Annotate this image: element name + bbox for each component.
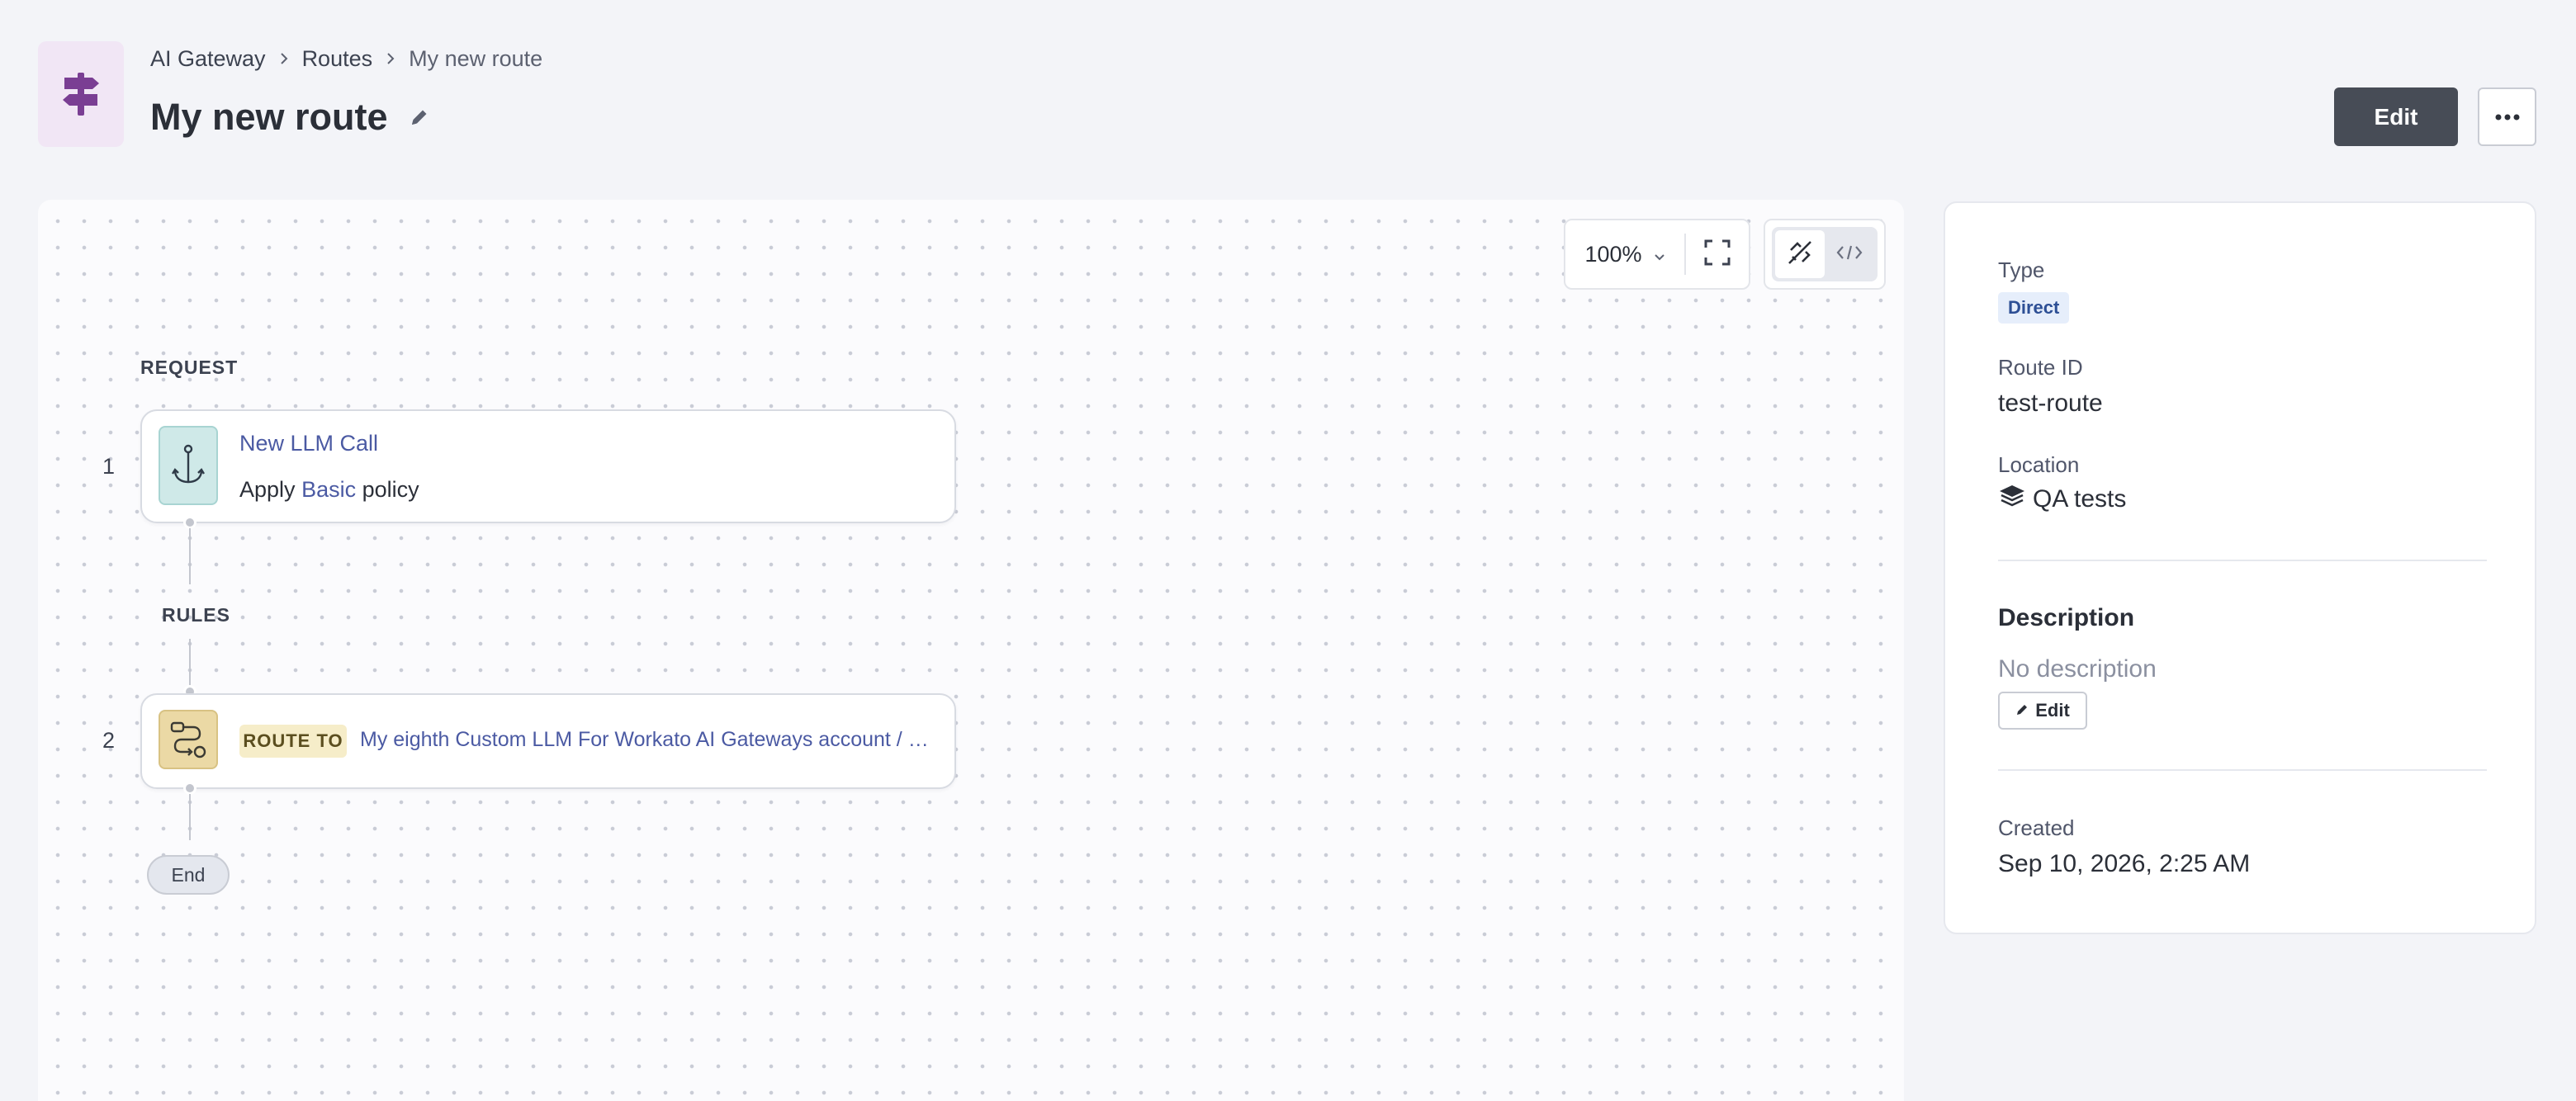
pencil-icon bbox=[2015, 700, 2029, 721]
description-edit-button[interactable]: Edit bbox=[1998, 692, 2087, 730]
page-title: My new route bbox=[150, 96, 388, 138]
more-horizontal-icon bbox=[2495, 110, 2520, 125]
policy-link[interactable]: Basic bbox=[301, 477, 356, 502]
description-heading: Description bbox=[1998, 604, 2135, 631]
breadcrumb-ai-gateway[interactable]: AI Gateway bbox=[150, 46, 266, 72]
route-to-badge: ROUTE TO bbox=[239, 725, 347, 758]
code-icon bbox=[1836, 243, 1863, 266]
anchor-icon bbox=[159, 426, 218, 505]
pencil-icon[interactable] bbox=[405, 102, 434, 132]
connector-dot bbox=[183, 516, 197, 529]
signpost-icon bbox=[63, 73, 99, 116]
created-value: Sep 10, 2026, 2:25 AM bbox=[1998, 850, 2251, 877]
code-view-button[interactable] bbox=[1825, 230, 1874, 278]
desc-prefix: Apply bbox=[239, 477, 296, 502]
more-options-button[interactable] bbox=[2478, 87, 2536, 146]
connector-line bbox=[189, 639, 191, 688]
breadcrumb: AI Gateway Routes My new route bbox=[150, 45, 542, 73]
divider bbox=[1998, 769, 2487, 771]
fullscreen-button[interactable] bbox=[1686, 220, 1749, 288]
type-label: Type bbox=[1998, 258, 2045, 282]
chevron-right-icon bbox=[274, 49, 294, 69]
edit-button[interactable]: Edit bbox=[2334, 87, 2458, 146]
design-view-button[interactable] bbox=[1775, 230, 1825, 278]
divider bbox=[1998, 560, 2487, 561]
connector-dot bbox=[183, 782, 197, 795]
step-card-llm-call[interactable]: New LLM Call Apply Basic policy bbox=[140, 409, 956, 523]
location-label: Location bbox=[1998, 452, 2080, 477]
route-id-value: test-route bbox=[1998, 390, 2103, 417]
rules-label: RULES bbox=[162, 604, 230, 626]
zoom-toolbar: 100% bbox=[1564, 219, 1750, 290]
zoom-value: 100% bbox=[1584, 241, 1642, 267]
page-title-row: My new route bbox=[150, 91, 434, 144]
description-edit-label: Edit bbox=[2035, 700, 2070, 721]
request-label: REQUEST bbox=[140, 357, 239, 378]
chevron-right-icon bbox=[381, 49, 400, 69]
step-title[interactable]: New LLM Call bbox=[239, 431, 378, 456]
step-description: Apply Basic policy bbox=[239, 477, 419, 503]
description-empty: No description bbox=[1998, 655, 2157, 683]
ai-gateway-logo bbox=[38, 41, 124, 147]
design-tools-icon bbox=[1786, 239, 1814, 271]
connector-line bbox=[189, 794, 191, 840]
route-id-label: Route ID bbox=[1998, 355, 2083, 380]
desc-suffix: policy bbox=[362, 477, 419, 502]
route-target-link[interactable]: My eighth Custom LLM For Workato AI Gate… bbox=[360, 728, 938, 752]
step-number-1: 1 bbox=[102, 454, 116, 479]
created-label: Created bbox=[1998, 815, 2075, 840]
location-value-row: QA tests bbox=[1998, 484, 2126, 515]
fullscreen-icon bbox=[1703, 239, 1731, 271]
flow-canvas[interactable]: 100% REQUEST 1 New LLM Call Apply Basic … bbox=[38, 200, 1904, 1101]
step-number-2: 2 bbox=[102, 728, 116, 753]
view-toggle-track bbox=[1772, 227, 1878, 281]
location-value[interactable]: QA tests bbox=[2033, 485, 2126, 513]
page: AI Gateway Routes My new route My new ro… bbox=[0, 0, 2576, 1101]
chevron-down-icon bbox=[1654, 242, 1665, 267]
connector-line bbox=[189, 528, 191, 584]
breadcrumb-current: My new route bbox=[409, 45, 543, 71]
type-badge: Direct bbox=[1998, 292, 2070, 324]
route-details-panel: Type Direct Route ID test-route Location… bbox=[1944, 201, 2536, 934]
layers-icon bbox=[1998, 484, 2026, 515]
view-toggle bbox=[1764, 219, 1886, 290]
step-card-route[interactable]: ROUTE TO My eighth Custom LLM For Workat… bbox=[140, 693, 956, 789]
zoom-select[interactable]: 100% bbox=[1565, 220, 1684, 288]
breadcrumb-routes[interactable]: Routes bbox=[302, 46, 373, 72]
route-icon bbox=[159, 710, 218, 769]
end-node: End bbox=[147, 855, 230, 895]
